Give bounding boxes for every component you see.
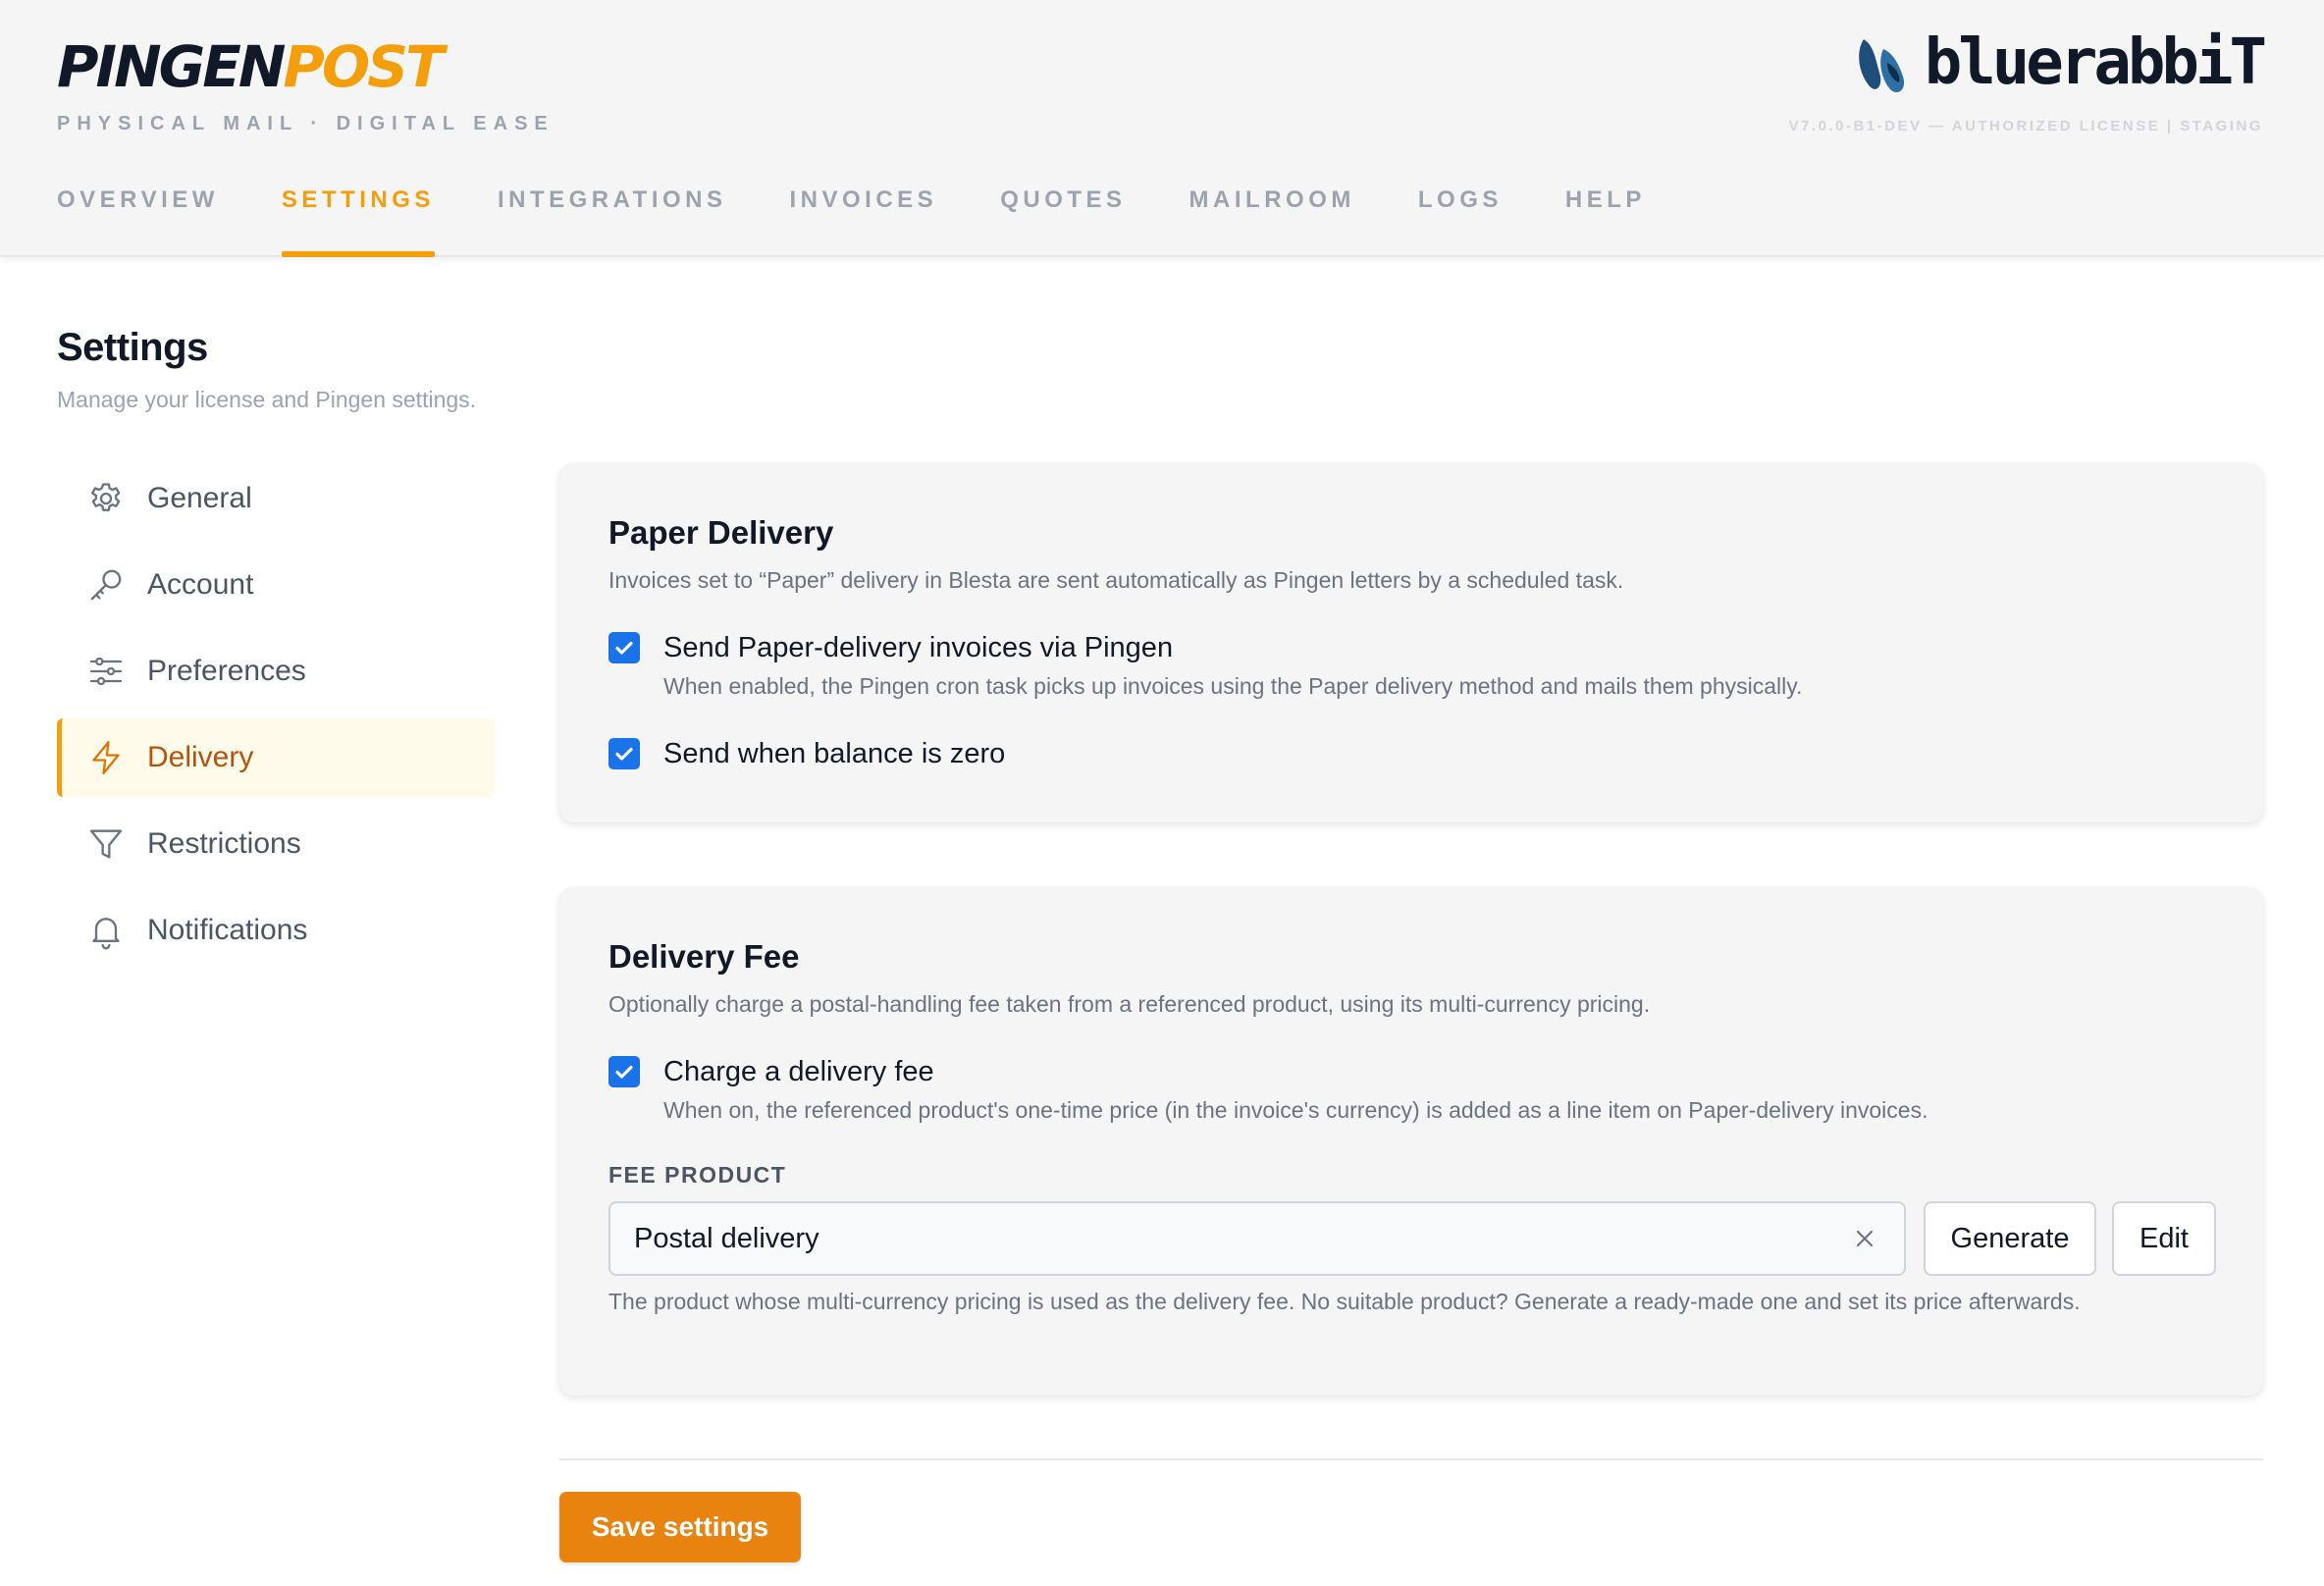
- charge-fee-help: When on, the referenced product's one-ti…: [663, 1097, 1928, 1123]
- nav-tab-help[interactable]: HELP: [1565, 183, 1646, 257]
- send-via-pingen-help: When enabled, the Pingen cron task picks…: [663, 673, 1803, 699]
- send-via-pingen-label[interactable]: Send Paper-delivery invoices via Pingen: [663, 630, 1173, 665]
- bell-icon: [86, 911, 126, 950]
- clear-icon[interactable]: [1851, 1225, 1878, 1252]
- nav-tab-settings[interactable]: SETTINGS: [281, 183, 435, 257]
- delivery-fee-title: Delivery Fee: [608, 938, 800, 975]
- sidebar-item-label: Account: [147, 568, 254, 601]
- settings-sidebar: General Account Preferences Delivery Res…: [57, 459, 495, 978]
- lightning-icon: [86, 738, 126, 777]
- nav-tab-logs[interactable]: LOGS: [1418, 183, 1503, 257]
- edit-button[interactable]: Edit: [2112, 1201, 2216, 1276]
- rabbit-ears-icon: [1858, 39, 1904, 93]
- logo-wordmark: bluerabbiT: [1924, 26, 2267, 99]
- main-nav: OVERVIEW SETTINGS INTEGRATIONS INVOICES …: [57, 183, 1709, 257]
- brand-tagline: PHYSICAL MAIL · DIGITAL EASE: [57, 113, 555, 134]
- send-zero-balance-row: Send when balance is zero: [608, 736, 1005, 771]
- charge-fee-label[interactable]: Charge a delivery fee: [663, 1054, 934, 1089]
- send-via-pingen-checkbox[interactable]: [608, 632, 640, 663]
- nav-tab-mailroom[interactable]: MAILROOM: [1189, 183, 1355, 257]
- send-via-pingen-row: Send Paper-delivery invoices via Pingen: [608, 630, 1173, 665]
- delivery-fee-description: Optionally charge a postal-handling fee …: [608, 991, 1651, 1017]
- sidebar-item-label: Notifications: [147, 914, 308, 946]
- sliders-icon: [86, 652, 126, 691]
- version-license-text: V7.0.0-B1-DEV — AUTHORIZED LICENSE | STA…: [1788, 118, 2263, 134]
- nav-tab-overview[interactable]: OVERVIEW: [57, 183, 219, 257]
- sidebar-item-delivery[interactable]: Delivery: [57, 718, 495, 797]
- brand-logo[interactable]: PINGENPOST: [57, 31, 445, 102]
- sidebar-item-account[interactable]: Account: [57, 546, 495, 624]
- paper-delivery-description: Invoices set to “Paper” delivery in Bles…: [608, 567, 1624, 593]
- charge-fee-checkbox[interactable]: [608, 1056, 640, 1087]
- fee-product-select[interactable]: Postal delivery: [608, 1201, 1906, 1276]
- paper-delivery-title: Paper Delivery: [608, 514, 834, 551]
- footer-divider: [559, 1458, 2263, 1460]
- sidebar-item-label: Restrictions: [147, 827, 301, 860]
- page-title: Settings: [57, 326, 208, 369]
- sidebar-item-label: Delivery: [147, 741, 254, 773]
- sidebar-item-restrictions[interactable]: Restrictions: [57, 805, 495, 883]
- nav-tab-quotes[interactable]: QUOTES: [1000, 183, 1126, 257]
- app-header: PINGENPOST PHYSICAL MAIL · DIGITAL EASE …: [0, 0, 2324, 257]
- sidebar-item-notifications[interactable]: Notifications: [57, 891, 495, 970]
- sidebar-item-label: Preferences: [147, 655, 306, 687]
- delivery-fee-card: Delivery Fee Optionally charge a postal-…: [559, 887, 2263, 1396]
- sidebar-item-general[interactable]: General: [57, 459, 495, 538]
- checkmark-icon: [615, 1065, 633, 1079]
- bluerabbit-logo: bluerabbiT: [1854, 24, 2267, 102]
- fee-product-help: The product whose multi-currency pricing…: [608, 1289, 2081, 1314]
- send-zero-balance-label[interactable]: Send when balance is zero: [663, 736, 1005, 771]
- key-icon: [86, 565, 126, 605]
- brand-name-part1: PINGEN: [57, 33, 286, 100]
- charge-fee-row: Charge a delivery fee: [608, 1054, 934, 1089]
- nav-tab-integrations[interactable]: INTEGRATIONS: [498, 183, 727, 257]
- page-subtitle: Manage your license and Pingen settings.: [57, 387, 477, 412]
- send-zero-balance-checkbox[interactable]: [608, 738, 640, 769]
- generate-button[interactable]: Generate: [1924, 1201, 2096, 1276]
- save-settings-button[interactable]: Save settings: [559, 1492, 801, 1562]
- fee-product-value: Postal delivery: [634, 1222, 819, 1254]
- sidebar-item-label: General: [147, 482, 252, 514]
- fee-product-label: FEE PRODUCT: [608, 1162, 787, 1188]
- checkmark-icon: [615, 747, 633, 761]
- nav-tab-invoices[interactable]: INVOICES: [790, 183, 938, 257]
- paper-delivery-card: Paper Delivery Invoices set to “Paper” d…: [559, 463, 2263, 822]
- gear-icon: [86, 479, 126, 518]
- brand-name-part2: POST: [283, 33, 444, 100]
- checkmark-icon: [615, 641, 633, 655]
- filter-icon: [86, 824, 126, 864]
- sidebar-item-preferences[interactable]: Preferences: [57, 632, 495, 711]
